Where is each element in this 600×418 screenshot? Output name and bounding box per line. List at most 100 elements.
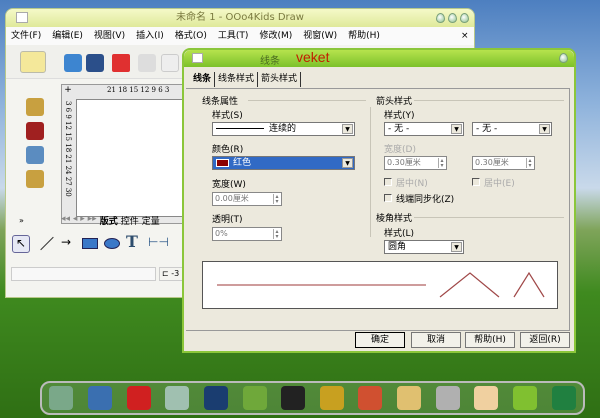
line-style-select[interactable]: 连续的 ▼ [212,122,355,136]
arrow-start-select[interactable]: - 无 - ▼ [384,122,464,136]
canvas-area: + 21 18 15 12 9 6 3 3 6 9 12 15 18 21 24… [61,84,186,224]
chevron-down-icon: ▼ [539,124,550,134]
dock-app-icon[interactable] [319,386,344,410]
arrow-start-value: - 无 - [388,124,410,134]
line-width-spinner[interactable]: 0.00厘米 ▴ ▾ [212,192,282,206]
menu-format[interactable]: 格式(O) [175,27,207,45]
ellipse-tool-icon[interactable] [104,238,120,249]
dock-app-icon[interactable] [165,386,190,410]
horizontal-ruler: 21 18 15 12 9 6 3 [107,86,170,94]
menu-modify[interactable]: 修改(M) [259,27,292,45]
arrow-end-select[interactable]: - 无 - ▼ [472,122,552,136]
fill-bucket-icon[interactable] [26,146,44,164]
menu-view[interactable]: 视图(V) [94,27,125,45]
reset-button[interactable]: 返回(R) [520,332,570,348]
transparency-label: 透明(T) [212,215,243,225]
side-toolbar: » [16,84,56,234]
corner-style-select[interactable]: 圆角 ▼ [384,240,464,254]
color-swatch [216,158,229,167]
arrow-line-icon[interactable]: → [61,235,71,249]
line-width-value: 0.00厘米 [215,194,249,203]
arrow-start-width[interactable]: 0.30厘米 ▴ ▾ [384,156,447,170]
open-folder-icon[interactable] [64,54,82,72]
menu-tools[interactable]: 工具(T) [218,27,249,45]
color-label: 颜色(R) [212,145,244,155]
rectangle-tool-icon[interactable] [82,238,98,249]
select-pointer-icon[interactable]: ↖ [12,235,30,253]
arrow-end-value: - 无 - [476,124,498,134]
minimize-button[interactable] [436,13,445,23]
arrow-end-width[interactable]: 0.30厘米 ▴ ▾ [472,156,535,170]
menu-edit[interactable]: 编辑(E) [52,27,83,45]
tab-dimension[interactable]: 定量 [142,214,160,227]
new-document-icon[interactable] [20,51,46,73]
export-pdf-icon[interactable] [112,54,130,72]
brush-icon[interactable] [26,170,44,188]
maximize-button[interactable] [448,13,457,23]
sync-ends-checkbox[interactable]: 线端同步化(Z) [384,192,454,205]
close-doc-icon[interactable]: × [461,27,469,45]
save-icon[interactable] [86,54,104,72]
dimension-line-icon[interactable]: ⊢⊣ [148,235,169,249]
preview-wide-angle [439,272,500,298]
dock-app-icon[interactable] [87,386,112,410]
sync-ends-label: 线端同步化(Z) [396,195,455,205]
transparency-spinner[interactable]: 0% ▴ ▾ [212,227,282,241]
corner-style-value: 圆角 [388,242,407,252]
line-color-value: 红色 [233,158,252,168]
tab-arrow-styles[interactable]: 箭头样式 [258,72,302,87]
menu-file[interactable]: 文件(F) [11,27,41,45]
sheet-tabs: ◂◂ ◂ ▸ ▸▸ 版式 控件 定量 [61,214,160,227]
line-color-select[interactable]: 红色 ▼ [212,156,355,170]
ok-button[interactable]: 确定 [355,332,405,348]
preview-narrow-angle [513,271,545,298]
close-window-button[interactable] [460,13,469,23]
help-button[interactable]: 帮助(H) [465,332,515,348]
tab-controls[interactable]: 控件 [121,214,139,227]
tab-layout[interactable]: 版式 [100,214,118,227]
dock-app-icon[interactable] [281,386,306,410]
text-tool-icon[interactable]: T [126,232,138,251]
position-value: -3 [171,269,180,278]
dock-app-icon[interactable] [203,386,228,410]
window-title: 未命名 1 - OOo4Kids Draw [176,12,304,23]
dock-app-icon[interactable] [474,386,499,410]
drawing-page[interactable] [76,99,184,217]
dock-app-icon[interactable] [435,386,460,410]
chevron-down-icon: ▼ [451,124,462,134]
status-bar [11,267,156,281]
veket-label: veket [296,49,330,65]
copy-icon[interactable] [161,54,179,72]
dock-app-icon[interactable] [551,386,576,410]
menu-help[interactable]: 帮助(H) [348,27,380,45]
center-start-checkbox[interactable]: 居中(N) [384,176,428,189]
chevron-down-icon: ▼ [342,124,353,134]
dialog-close-button[interactable] [559,53,568,63]
dock-app-icon[interactable] [49,386,74,410]
line-style-value: 连续的 [269,124,297,134]
cancel-button[interactable]: 取消 [411,332,461,348]
dock-app-icon[interactable] [242,386,267,410]
dialog-title: 线条 [260,56,280,67]
arrow-start-width-value: 0.30厘米 [387,158,421,167]
dock-app-icon[interactable] [358,386,383,410]
center-end-checkbox[interactable]: 居中(E) [472,176,515,189]
tab-line[interactable]: 线条 [190,72,216,87]
arrow-style-icon[interactable] [26,122,44,140]
dock-app-icon[interactable] [397,386,422,410]
cut-icon[interactable] [138,54,156,72]
dialog-tabs: 线条 线条样式 箭头样式 [190,72,302,87]
drawing-toolbar: ↖ → T ⊢⊣ [6,229,186,259]
menu-insert[interactable]: 插入(I) [136,27,164,45]
app-icon [16,12,28,23]
transparency-value: 0% [215,229,228,238]
tab-line-styles[interactable]: 线条样式 [215,72,259,87]
corner-style-label: 样式(L) [384,229,415,239]
dock-app-icon[interactable] [126,386,151,410]
menu-window[interactable]: 视窗(W) [303,27,337,45]
pen-icon[interactable] [26,98,44,116]
line-tool-icon[interactable] [40,236,54,251]
expand-icon[interactable]: » [19,216,24,225]
corner-style-heading: 棱角样式 [376,214,413,224]
dock-app-icon[interactable] [513,386,537,410]
